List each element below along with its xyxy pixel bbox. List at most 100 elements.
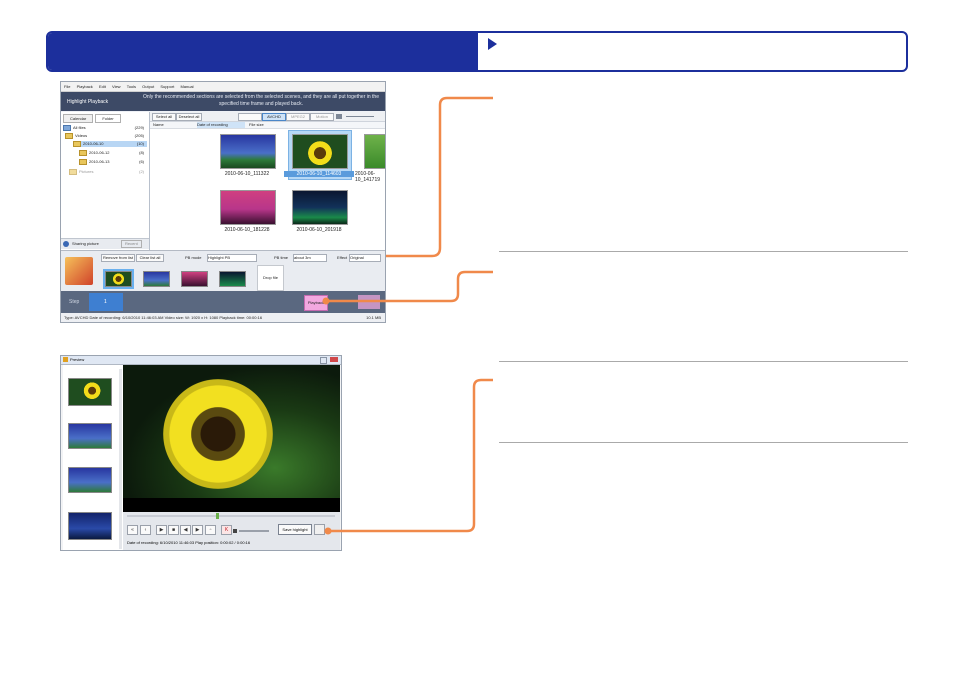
tree-item-all-files[interactable]: All files (229)	[63, 125, 147, 131]
mode-title: Highlight Playback	[67, 99, 109, 105]
grid-toolbar: Select all Deselect all AVCHD MPEG2 Moti…	[150, 112, 385, 122]
drop-file-area[interactable]: Drop file	[257, 265, 284, 291]
volume-slider[interactable]	[239, 530, 269, 532]
clear-list-button[interactable]: Clear list all	[136, 254, 164, 262]
mode-header: Highlight Playback Only the recommended …	[61, 92, 385, 111]
menu-output[interactable]: Output	[142, 84, 154, 89]
section-title-bar	[48, 33, 478, 70]
callout-line-1	[386, 96, 493, 258]
preview-thumb-1[interactable]	[68, 378, 112, 406]
menu-playback[interactable]: Playback	[77, 84, 93, 89]
video-thumb-1[interactable]	[220, 134, 276, 169]
playlist-thumb-2[interactable]	[143, 271, 170, 287]
menu-support[interactable]: Support	[160, 84, 174, 89]
mode-description: Only the recommended sections are select…	[143, 94, 379, 107]
video-thumb-4[interactable]	[220, 190, 276, 225]
divider	[499, 442, 908, 443]
tree-item-2010-06-13[interactable]: 2010-06-13 (6)	[79, 159, 147, 165]
stop-button[interactable]: ■	[168, 525, 179, 535]
skip-back-button[interactable]: ◀	[180, 525, 191, 535]
share-icon	[63, 241, 69, 247]
video-letterbox	[123, 498, 340, 512]
maximize-icon[interactable]	[320, 357, 327, 364]
effect-select[interactable]: Original	[349, 254, 381, 262]
video-thumb-label: 2010-06-10_114603	[284, 171, 354, 177]
video-thumb-label: 2010-06-10_111322	[224, 171, 270, 177]
volume-icon[interactable]	[233, 529, 237, 533]
recent-button[interactable]: Recent	[121, 240, 142, 248]
tab-folder[interactable]: Folder	[95, 114, 121, 123]
folder-icon	[79, 150, 87, 156]
step-bar: Step 1 Playback	[61, 291, 385, 313]
preview-title: Preview	[70, 357, 85, 362]
playlist-thumb-1[interactable]	[103, 269, 134, 289]
tree-item-2010-06-12[interactable]: 2010-06-12 (8)	[79, 150, 147, 156]
playback-button[interactable]: Playback	[304, 295, 328, 311]
folder-icon	[69, 169, 77, 175]
callout-line-3	[328, 378, 493, 533]
tab-calendar[interactable]: Calendar	[63, 114, 94, 123]
menu-edit[interactable]: Edit	[99, 84, 106, 89]
zoom-slider[interactable]	[346, 116, 374, 117]
pb-time-label: PB time	[274, 255, 289, 260]
mpeg2-filter-button[interactable]: MPEG2	[286, 113, 310, 121]
menu-tools[interactable]: Tools	[127, 84, 136, 89]
video-thumb-3[interactable]	[364, 134, 385, 169]
frame-button[interactable]: ▫	[205, 525, 216, 535]
pb-mode-select[interactable]: Highlight PB	[207, 254, 257, 262]
preview-thumb-2[interactable]	[68, 423, 112, 449]
all-filter-button[interactable]	[238, 113, 262, 121]
view-icon[interactable]	[336, 114, 342, 119]
seek-bar[interactable]	[127, 515, 335, 517]
tree-item-videos[interactable]: Videos (205)	[65, 133, 147, 139]
divider	[499, 361, 908, 362]
sort-bar: Name Date of recording File size	[150, 122, 385, 129]
menu-view[interactable]: View	[112, 84, 121, 89]
tree-item-2010-06-10[interactable]: 2010-06-10 (10)	[73, 141, 147, 147]
strip-scrollbar[interactable]	[119, 369, 122, 549]
prev-scene-button[interactable]: «	[127, 525, 138, 535]
preview-thumb-3[interactable]	[68, 467, 112, 493]
sort-date[interactable]: Date of recording	[197, 122, 245, 128]
video-thumb-label: 2010-06-10_181228	[224, 227, 270, 233]
tree-item-pictures[interactable]: Pictures (2)	[69, 169, 147, 175]
sharing-picture-label[interactable]: Sharing picture	[72, 241, 99, 246]
sharing-bar: Sharing picture Recent	[61, 238, 149, 249]
status-bar: Type: AVCHD Date of recording: 6/10/2010…	[61, 313, 385, 322]
highlight-playback-window: File Playback Edit View Tools Output Sup…	[60, 81, 386, 323]
sort-file-size[interactable]: File size	[249, 122, 264, 127]
playlist-thumb-4[interactable]	[219, 271, 246, 287]
option-button[interactable]	[314, 524, 325, 535]
folder-icon	[65, 133, 73, 139]
close-icon[interactable]	[330, 357, 338, 362]
play-button[interactable]: ▶	[156, 525, 167, 535]
seek-handle[interactable]	[216, 513, 219, 519]
avchd-filter-button[interactable]: AVCHD	[262, 113, 286, 121]
pb-mode-label: PB mode	[185, 255, 202, 260]
select-all-button[interactable]: Select all	[152, 113, 176, 121]
playback-controls: « ‹ ▶ ■ ◀ ▶ ▫ K Save highlight Date of r…	[123, 512, 340, 550]
deselect-all-button[interactable]: Deselect all	[176, 113, 202, 121]
motion-filter-button[interactable]: Motion	[310, 113, 334, 121]
menu-manual[interactable]: Manual	[180, 84, 193, 89]
save-highlight-button[interactable]: Save highlight	[278, 524, 312, 535]
sunflower-image	[163, 379, 273, 489]
video-thumb-2[interactable]	[292, 134, 348, 169]
preview-thumb-4[interactable]	[68, 512, 112, 540]
thumbnail-grid: Select all Deselect all AVCHD MPEG2 Moti…	[150, 112, 385, 250]
folder-icon	[73, 141, 81, 147]
rewind-button[interactable]: ‹	[140, 525, 151, 535]
menu-file[interactable]: File	[64, 84, 70, 89]
video-thumb-5[interactable]	[292, 190, 348, 225]
sort-name[interactable]: Name	[153, 122, 164, 127]
skip-forward-button[interactable]: ▶	[192, 525, 203, 535]
mark-icon[interactable]: K	[221, 525, 232, 535]
step-1-indicator: 1	[89, 293, 123, 311]
pb-time-select[interactable]: about 3m	[293, 254, 327, 262]
playlist-thumb-3[interactable]	[181, 271, 208, 287]
status-size: 10.1 MB	[366, 315, 381, 320]
output-button[interactable]	[358, 295, 380, 309]
all-files-icon	[63, 125, 71, 131]
menu-bar: File Playback Edit View Tools Output Sup…	[61, 82, 385, 92]
remove-from-list-button[interactable]: Remove from list	[101, 254, 135, 262]
